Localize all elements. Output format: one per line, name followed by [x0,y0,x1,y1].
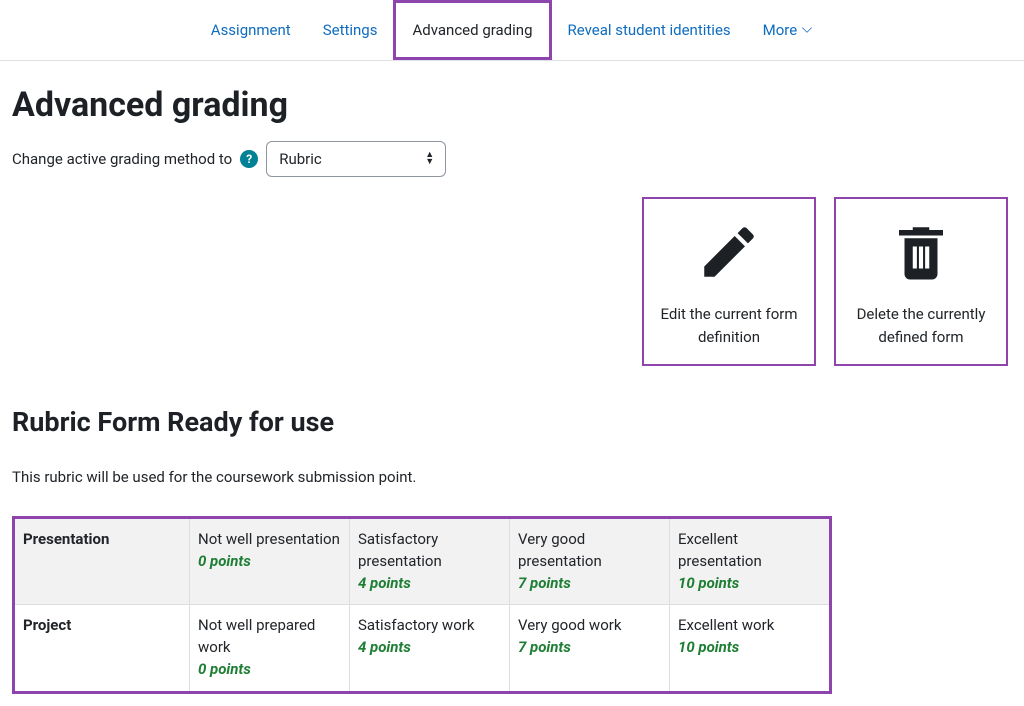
help-icon[interactable]: ? [240,150,258,168]
rubric-level[interactable]: Excellent work 10 points [670,605,829,690]
action-cards: Edit the current form definition Delete … [12,197,1012,366]
tab-more[interactable]: More [747,3,830,57]
tab-more-label: More [763,21,798,39]
top-nav: Assignment Settings Advanced grading Rev… [0,0,1024,61]
grading-method-select-wrap: Rubric ▲▼ [266,141,446,177]
rubric-level[interactable]: Satisfactory presentation 4 points [350,519,510,604]
rubric-description: This rubric will be used for the coursew… [12,468,1012,486]
rubric-level[interactable]: Excellent presentation 10 points [670,519,829,604]
level-points: 10 points [678,573,821,595]
level-desc: Excellent presentation [678,529,821,573]
level-desc: Satisfactory presentation [358,529,501,573]
rubric-level[interactable]: Very good presentation 7 points [510,519,670,604]
level-desc: Very good presentation [518,529,661,573]
grading-method-select[interactable]: Rubric [266,141,446,177]
level-points: 7 points [518,637,661,659]
rubric-row: Presentation Not well presentation 0 poi… [15,519,829,604]
rubric-table: Presentation Not well presentation 0 poi… [12,516,832,694]
rubric-level[interactable]: Not well presentation 0 points [190,519,350,604]
level-desc: Not well presentation [198,529,341,551]
main-content: Advanced grading Change active grading m… [0,61,1024,706]
level-points: 0 points [198,659,341,681]
rubric-heading: Rubric Form Ready for use [12,406,1012,438]
criterion-name: Presentation [15,519,190,604]
grading-method-label: Change active grading method to [12,150,232,168]
level-points: 4 points [358,637,501,659]
edit-form-button[interactable]: Edit the current form definition [642,197,816,366]
tab-settings[interactable]: Settings [307,3,394,57]
trash-icon [888,219,954,289]
page-title: Advanced grading [12,85,1012,125]
rubric-level[interactable]: Not well prepared work 0 points [190,605,350,690]
criterion-name: Project [15,605,190,690]
level-desc: Excellent work [678,615,821,637]
chevron-down-icon [801,24,813,36]
tab-assignment[interactable]: Assignment [195,3,307,57]
level-points: 7 points [518,573,661,595]
tab-reveal-identities[interactable]: Reveal student identities [552,3,747,57]
level-desc: Not well prepared work [198,615,341,659]
edit-form-label: Edit the current form definition [656,303,802,348]
level-points: 10 points [678,637,821,659]
delete-form-button[interactable]: Delete the currently defined form [834,197,1008,366]
rubric-row: Project Not well prepared work 0 points … [15,604,829,690]
pencil-icon [696,219,762,289]
rubric-level[interactable]: Very good work 7 points [510,605,670,690]
level-points: 4 points [358,573,501,595]
level-desc: Satisfactory work [358,615,501,637]
grading-method-row: Change active grading method to ? Rubric… [12,141,1012,177]
delete-form-label: Delete the currently defined form [848,303,994,348]
level-points: 0 points [198,551,341,573]
level-desc: Very good work [518,615,661,637]
rubric-level[interactable]: Satisfactory work 4 points [350,605,510,690]
tab-advanced-grading[interactable]: Advanced grading [393,0,551,60]
